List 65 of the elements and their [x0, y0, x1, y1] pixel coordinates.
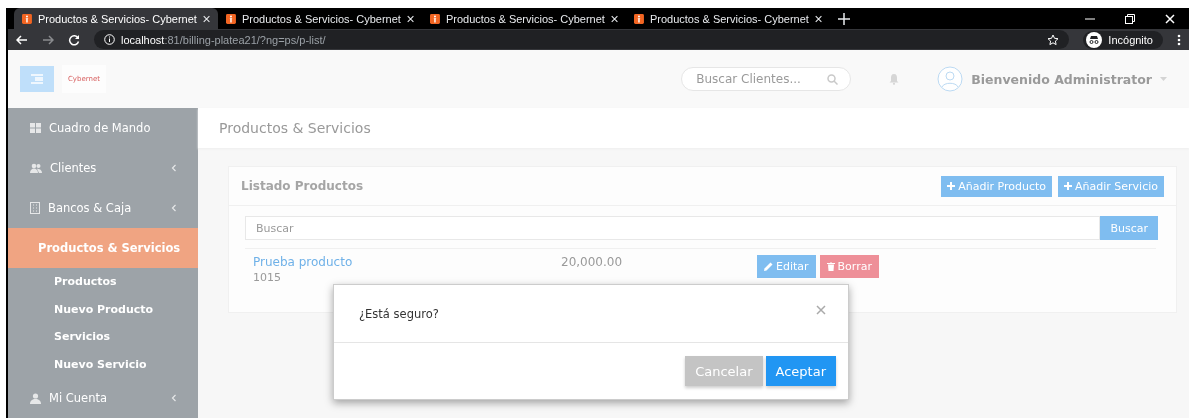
page-title: Productos & Servicios	[198, 108, 1189, 148]
browser-tab[interactable]: Productos & Servicios- Cybernet	[218, 8, 422, 29]
product-code: 1015	[253, 271, 282, 284]
sidebar-subitem[interactable]: Nuevo Servicio	[8, 350, 198, 378]
more-icon[interactable]	[1177, 33, 1181, 46]
browser-tab[interactable]: Productos & Servicios- Cybernet	[14, 8, 218, 29]
building-icon	[30, 202, 40, 214]
accept-button[interactable]: Aceptar	[765, 356, 836, 386]
url-text: localhost:81/billing-platea21/?ng=ps/p-list/	[121, 33, 326, 46]
close-icon[interactable]	[406, 13, 414, 24]
sidebar-item[interactable]: Productos & Servicios	[8, 228, 198, 268]
back-arrow-icon[interactable]	[16, 33, 28, 46]
sidebar-item[interactable]: Clientes	[8, 148, 198, 188]
restore-icon[interactable]	[1125, 13, 1135, 24]
cancel-button[interactable]: Cancelar	[685, 356, 763, 386]
sidebar-subitem[interactable]: Nuevo Producto	[8, 295, 198, 323]
sidebar-subitem[interactable]: Productos	[8, 268, 198, 296]
search-button[interactable]: Buscar	[1100, 216, 1158, 240]
sidebar-item[interactable]: Mi Cuenta	[8, 378, 198, 418]
chevron-icon	[170, 204, 178, 212]
dialog-message: ¿Está seguro?	[359, 307, 439, 321]
incognito-badge[interactable]: Incógnito	[1083, 30, 1163, 49]
user-icon	[30, 392, 41, 404]
browser-tab[interactable]: Productos & Servicios- Cybernet	[422, 8, 626, 29]
caret-icon	[1160, 77, 1167, 81]
chevron-icon	[170, 394, 178, 402]
search-field[interactable]: Buscar	[245, 216, 1101, 240]
product-price: 20,000.00	[561, 255, 624, 269]
card-title: Listado Productos	[241, 179, 365, 193]
edit-button[interactable]: Editar	[757, 255, 816, 278]
delete-button[interactable]: Borrar	[819, 255, 879, 278]
sidebar-item[interactable]: Bancos & Caja	[8, 188, 198, 228]
favicon-icon	[226, 11, 236, 26]
menu-icon	[31, 74, 43, 84]
star-icon[interactable]	[1047, 33, 1060, 46]
users-icon	[30, 163, 42, 173]
plus-icon	[947, 182, 956, 190]
reload-icon[interactable]	[68, 33, 80, 46]
browser-tab[interactable]: Productos & Servicios- Cybernet	[626, 8, 830, 29]
address-bar[interactable]: localhost:81/billing-platea21/?ng=ps/p-list/	[94, 30, 1070, 49]
incognito-icon	[1086, 31, 1103, 48]
chevron-icon	[170, 164, 178, 172]
sidebar-item[interactable]: Cuadro de Mando	[8, 108, 198, 148]
avatar-icon	[937, 66, 964, 92]
favicon-icon	[22, 11, 32, 26]
grid-icon	[30, 123, 41, 133]
trash-icon	[826, 262, 835, 271]
forward-arrow-icon[interactable]	[42, 33, 54, 46]
close-icon[interactable]	[202, 13, 210, 24]
add-button[interactable]: Añadir Servicio	[1058, 175, 1164, 197]
add-button[interactable]: Añadir Producto	[941, 175, 1053, 197]
close-icon[interactable]	[610, 13, 618, 24]
user-menu[interactable]: Bienvenido Administrator	[937, 66, 1167, 92]
sidebar-subitem[interactable]: Servicios	[8, 323, 198, 351]
client-search-field[interactable]: Buscar Clientes...	[694, 71, 822, 87]
client-search-box[interactable]: Buscar Clientes...	[681, 67, 852, 91]
pencil-icon	[764, 262, 773, 271]
info-icon[interactable]	[104, 34, 115, 45]
favicon-icon	[634, 11, 644, 26]
menu-toggle-button[interactable]	[20, 66, 54, 92]
favicon-icon	[430, 11, 440, 26]
new-tab-icon[interactable]	[838, 12, 850, 25]
plus-icon	[1064, 182, 1073, 190]
close-icon[interactable]	[814, 13, 822, 24]
product-name-link[interactable]: Prueba producto	[253, 255, 561, 269]
